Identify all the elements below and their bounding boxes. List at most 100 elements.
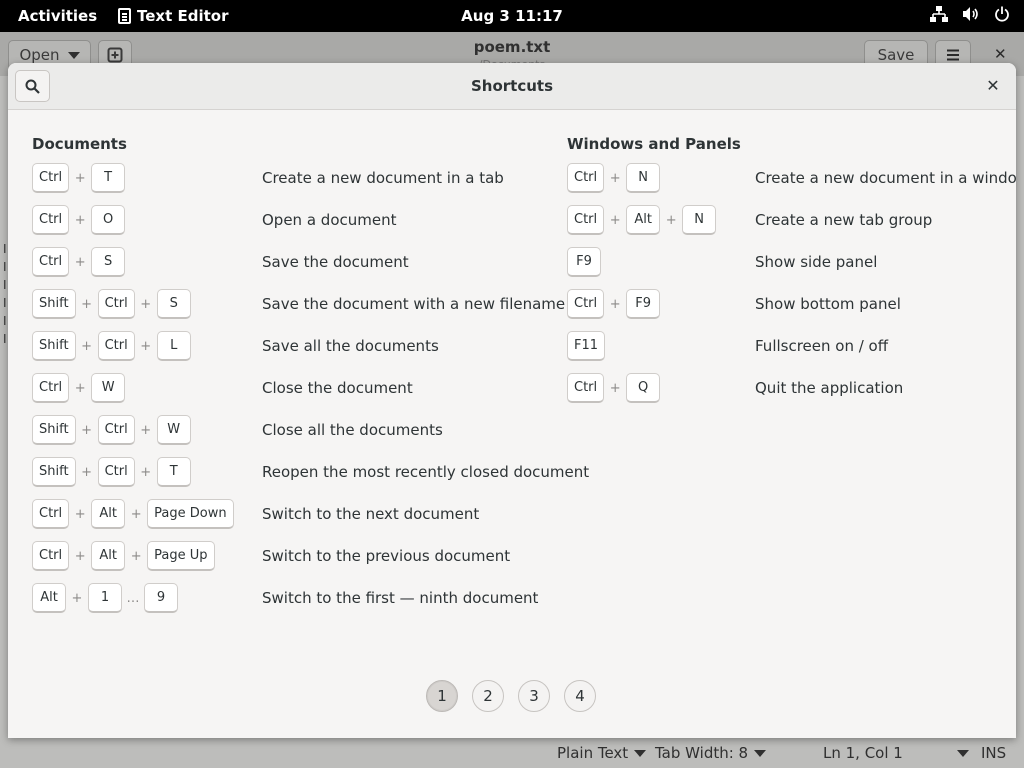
keycap: O bbox=[91, 205, 126, 235]
keycap: T bbox=[156, 457, 191, 487]
cursor-position-selector[interactable]: Ln 1, Col 1 bbox=[823, 744, 969, 762]
key-separator: + bbox=[74, 506, 86, 522]
shortcut-row: Shift + Ctrl + S Save the document with a new… bbox=[32, 289, 565, 319]
keycap: Shift bbox=[32, 289, 76, 319]
shortcut-keys: Ctrl + W bbox=[32, 373, 126, 403]
keycap: F11 bbox=[567, 331, 606, 361]
key-separator: + bbox=[130, 548, 142, 564]
hamburger-icon bbox=[947, 49, 959, 61]
cursor-position-label: Ln 1, Col 1 bbox=[823, 744, 903, 762]
chevron-down-icon bbox=[956, 749, 969, 757]
keycap: Ctrl bbox=[32, 499, 70, 529]
app-name: Text Editor bbox=[137, 7, 229, 25]
keycap: W bbox=[91, 373, 126, 403]
shortcut-description: Create a new tab group bbox=[755, 211, 933, 229]
shortcut-keys: Ctrl + F9 bbox=[567, 289, 661, 319]
keycap: Shift bbox=[32, 415, 76, 445]
shortcut-description: Quit the application bbox=[755, 379, 904, 397]
shortcut-keys: Shift + Ctrl + S bbox=[32, 289, 191, 319]
shortcut-description: Reopen the most recently closed document bbox=[262, 463, 590, 481]
key-separator: + bbox=[74, 254, 86, 270]
close-icon[interactable]: ✕ bbox=[983, 76, 1003, 96]
tab-width-selector[interactable]: Tab Width: 8 bbox=[655, 744, 767, 762]
shortcut-keys: Ctrl + Alt + Page Down bbox=[32, 499, 234, 529]
section-title-windows-panels: Windows and Panels bbox=[567, 135, 741, 153]
keycap: Ctrl bbox=[97, 415, 135, 445]
keycap: Ctrl bbox=[32, 247, 70, 277]
shortcut-description: Show side panel bbox=[755, 253, 878, 271]
keycap: W bbox=[156, 415, 191, 445]
page-switcher: 1 2 3 4 bbox=[426, 680, 596, 712]
top-bar: Activities Text Editor Aug 3 11:17 bbox=[0, 0, 1024, 32]
keycap: T bbox=[91, 163, 126, 193]
shortcut-row: Ctrl + Alt + Page Up Switch to the previous d… bbox=[32, 541, 510, 571]
shortcut-row: F11 Fullscreen on / off bbox=[567, 331, 1016, 361]
tab-width-label: Tab Width: 8 bbox=[655, 744, 749, 762]
keycap: Ctrl bbox=[32, 205, 70, 235]
page-button-3[interactable]: 3 bbox=[518, 680, 550, 712]
clock[interactable]: Aug 3 11:17 bbox=[461, 7, 563, 25]
shortcut-row: Ctrl + Alt + Page Down Switch to the next doc… bbox=[32, 499, 492, 529]
chevron-down-icon bbox=[634, 749, 647, 757]
key-separator: + bbox=[140, 296, 152, 312]
editor-statusbar: Plain Text Tab Width: 8 Ln 1, Col 1 INS bbox=[0, 736, 1024, 768]
key-separator: + bbox=[140, 338, 152, 354]
page-button-4[interactable]: 4 bbox=[564, 680, 596, 712]
keycap: 9 bbox=[144, 583, 178, 613]
keycap: F9 bbox=[626, 289, 661, 319]
key-separator: + bbox=[609, 380, 621, 396]
page-button-2[interactable]: 2 bbox=[472, 680, 504, 712]
keycap: Ctrl bbox=[32, 373, 70, 403]
shortcut-row: Ctrl + F9 Show bottom panel bbox=[567, 289, 1016, 319]
system-status-menu[interactable] bbox=[930, 6, 1010, 22]
shortcut-description: Close all the documents bbox=[262, 421, 443, 439]
keycap: S bbox=[91, 247, 126, 277]
language-selector[interactable]: Plain Text bbox=[557, 744, 647, 762]
shortcut-description: Switch to the first — ninth document bbox=[262, 589, 539, 607]
text-editor-icon bbox=[118, 8, 131, 24]
shortcut-keys: Ctrl + T bbox=[32, 163, 126, 193]
page-button-1[interactable]: 1 bbox=[426, 680, 458, 712]
keycap: Alt bbox=[32, 583, 66, 613]
shortcut-row: Ctrl + O Open a document bbox=[32, 205, 492, 235]
key-separator: + bbox=[609, 170, 621, 186]
shortcut-row: Shift + Ctrl + L Save all the documents bbox=[32, 331, 492, 361]
shortcut-description: Close the document bbox=[262, 379, 413, 397]
key-separator: + bbox=[140, 464, 152, 480]
keycap: 1 bbox=[88, 583, 122, 613]
shortcut-row: Ctrl + S Save the document bbox=[32, 247, 492, 277]
key-separator: + bbox=[71, 590, 83, 606]
keycap: Ctrl bbox=[567, 163, 605, 193]
key-range-ellipsis: … bbox=[126, 590, 140, 606]
key-separator: + bbox=[130, 506, 142, 522]
keycap: Ctrl bbox=[567, 289, 605, 319]
shortcut-description: Switch to the previous document bbox=[262, 547, 511, 565]
dialog-title: Shortcuts bbox=[470, 77, 554, 95]
shortcut-description: Save all the documents bbox=[262, 337, 439, 355]
shortcut-row: Shift + Ctrl + W Close all the documents bbox=[32, 415, 492, 445]
shortcut-row: F9 Show side panel bbox=[567, 247, 1016, 277]
shortcut-keys: F9 bbox=[567, 247, 601, 277]
shortcut-keys: Alt +1… 9 bbox=[32, 583, 178, 613]
search-button[interactable] bbox=[15, 70, 50, 102]
shortcut-keys: Shift + Ctrl + T bbox=[32, 457, 191, 487]
shortcut-row: Ctrl + N Create a new document in a window bbox=[567, 163, 1016, 193]
volume-icon bbox=[962, 6, 980, 22]
app-menu[interactable]: Text Editor bbox=[118, 7, 228, 25]
activities-button[interactable]: Activities bbox=[18, 7, 97, 25]
dialog-header: Shortcuts ✕ bbox=[8, 63, 1016, 110]
shortcut-keys: Shift + Ctrl + L bbox=[32, 331, 191, 361]
shortcut-row: Ctrl + Alt + N Create a new tab group bbox=[567, 205, 1016, 235]
shortcut-row: Alt +1… 9 Switch to the first — ninth docum… bbox=[32, 583, 538, 613]
shortcut-row: Shift + Ctrl + T Reopen the most recently clo… bbox=[32, 457, 589, 487]
window-close-icon[interactable]: ✕ bbox=[994, 45, 1007, 63]
shortcut-description: Create a new document in a window bbox=[755, 169, 1016, 187]
shortcut-description: Open a document bbox=[262, 211, 397, 229]
keycap: Ctrl bbox=[97, 331, 135, 361]
shortcut-keys: Ctrl + O bbox=[32, 205, 126, 235]
keycap: N bbox=[682, 205, 717, 235]
key-separator: + bbox=[609, 296, 621, 312]
key-separator: + bbox=[81, 338, 93, 354]
power-icon bbox=[994, 6, 1010, 22]
keycap: Ctrl bbox=[32, 541, 70, 571]
